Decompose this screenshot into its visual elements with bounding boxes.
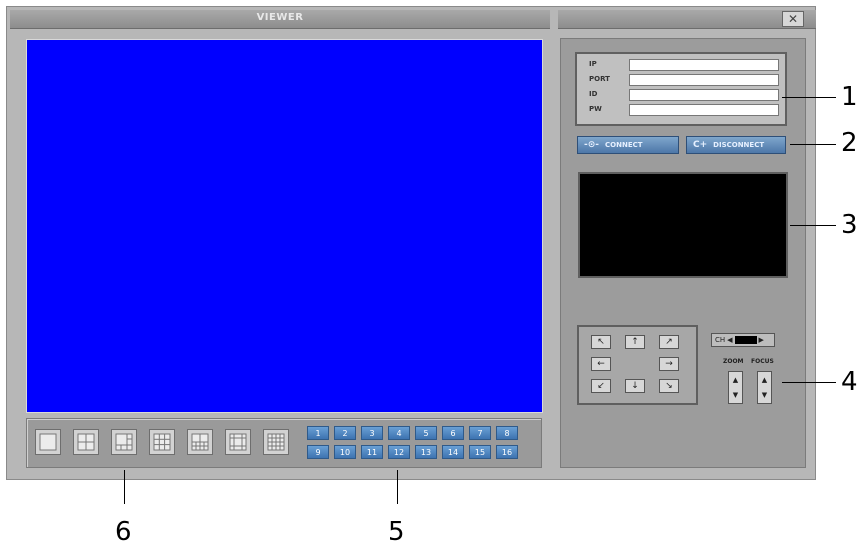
callout-number-4: 4 bbox=[841, 367, 858, 397]
channel-button-1[interactable]: 1 bbox=[307, 426, 329, 440]
pw-input[interactable] bbox=[629, 104, 779, 116]
callout-line-5 bbox=[397, 470, 398, 504]
ptz-up-right-button[interactable]: ↗ bbox=[659, 335, 679, 349]
channel-button-9[interactable]: 9 bbox=[307, 445, 329, 459]
channel-button-16[interactable]: 16 bbox=[496, 445, 518, 459]
port-label: PORT bbox=[589, 75, 610, 83]
ptz-down-left-button[interactable]: ↙ bbox=[591, 379, 611, 393]
connect-label: CONNECT bbox=[605, 141, 643, 149]
zoom-label: ZOOM bbox=[723, 358, 744, 365]
split-6-icon bbox=[115, 433, 133, 451]
channel-button-14[interactable]: 14 bbox=[442, 445, 464, 459]
callout-line-4 bbox=[782, 382, 836, 383]
zoom-control: ▲ ▼ bbox=[728, 371, 743, 404]
title-bar: VIEWER ✕ bbox=[10, 10, 816, 29]
channel-button-13[interactable]: 13 bbox=[415, 445, 437, 459]
port-input[interactable] bbox=[629, 74, 779, 86]
channel-button-2[interactable]: 2 bbox=[334, 426, 356, 440]
disconnect-button[interactable]: C+ DISCONNECT bbox=[686, 136, 786, 154]
channel-button-3[interactable]: 3 bbox=[361, 426, 383, 440]
ip-input[interactable] bbox=[629, 59, 779, 71]
close-button[interactable]: ✕ bbox=[782, 11, 804, 27]
id-input[interactable] bbox=[629, 89, 779, 101]
channel-button-11[interactable]: 11 bbox=[361, 445, 383, 459]
ptz-left-button[interactable]: ← bbox=[591, 357, 611, 371]
split-13-icon bbox=[229, 433, 247, 451]
preview-display bbox=[578, 172, 788, 278]
split-1-icon bbox=[39, 433, 57, 451]
id-label: ID bbox=[589, 90, 598, 98]
split-10-icon bbox=[191, 433, 209, 451]
focus-near-button[interactable]: ▲ bbox=[762, 376, 767, 384]
pw-label: PW bbox=[589, 105, 602, 113]
callout-number-6: 6 bbox=[115, 517, 132, 547]
split-16-button[interactable] bbox=[263, 429, 289, 455]
ptz-up-button[interactable]: ↑ bbox=[625, 335, 645, 349]
disconnect-icon: C+ bbox=[693, 140, 708, 150]
ptz-pad: ↖ ↑ ↗ ← → ↙ ↓ ↘ bbox=[577, 325, 698, 405]
callout-number-3: 3 bbox=[841, 210, 858, 240]
split-16-icon bbox=[267, 433, 285, 451]
split-4-icon bbox=[77, 433, 95, 451]
zoom-out-button[interactable]: ▼ bbox=[733, 391, 738, 399]
channel-prev-button[interactable]: ◀ bbox=[727, 336, 732, 344]
callout-number-5: 5 bbox=[388, 517, 405, 547]
ptz-down-button[interactable]: ↓ bbox=[625, 379, 645, 393]
window-title: VIEWER bbox=[256, 12, 304, 23]
split-1-button[interactable] bbox=[35, 429, 61, 455]
split-10-button[interactable] bbox=[187, 429, 213, 455]
ip-label: IP bbox=[589, 60, 597, 68]
callout-line-6 bbox=[124, 470, 125, 504]
split-9-button[interactable] bbox=[149, 429, 175, 455]
channel-button-10[interactable]: 10 bbox=[334, 445, 356, 459]
callout-number-2: 2 bbox=[841, 128, 858, 158]
split-9-icon bbox=[153, 433, 171, 451]
ptz-down-right-button[interactable]: ↘ bbox=[659, 379, 679, 393]
channel-button-5[interactable]: 5 bbox=[415, 426, 437, 440]
channel-selector: CH ◀ ▶ bbox=[711, 333, 775, 347]
channel-button-7[interactable]: 7 bbox=[469, 426, 491, 440]
zoom-in-button[interactable]: ▲ bbox=[733, 376, 738, 384]
callout-number-1: 1 bbox=[841, 82, 858, 112]
focus-far-button[interactable]: ▼ bbox=[762, 391, 767, 399]
login-box: IP PORT ID PW bbox=[575, 52, 787, 126]
callout-line-1 bbox=[782, 97, 836, 98]
channel-button-12[interactable]: 12 bbox=[388, 445, 410, 459]
callout-line-3 bbox=[790, 225, 836, 226]
callout-line-2 bbox=[790, 144, 836, 145]
split-6-button[interactable] bbox=[111, 429, 137, 455]
connect-icon: -⊙- bbox=[584, 140, 600, 150]
channel-button-6[interactable]: 6 bbox=[442, 426, 464, 440]
disconnect-label: DISCONNECT bbox=[713, 141, 765, 149]
video-display[interactable] bbox=[26, 39, 543, 413]
split-13-button[interactable] bbox=[225, 429, 251, 455]
focus-label: FOCUS bbox=[751, 358, 774, 365]
channel-button-4[interactable]: 4 bbox=[388, 426, 410, 440]
split-4-button[interactable] bbox=[73, 429, 99, 455]
ptz-up-left-button[interactable]: ↖ bbox=[591, 335, 611, 349]
split-channel-bar: 1 2 3 4 5 6 7 8 9 10 11 12 13 14 15 16 bbox=[26, 418, 542, 468]
channel-value bbox=[734, 336, 757, 344]
channel-selector-label: CH bbox=[715, 336, 726, 344]
focus-control: ▲ ▼ bbox=[757, 371, 772, 404]
ptz-right-button[interactable]: → bbox=[659, 357, 679, 371]
title-tab-right bbox=[558, 10, 816, 29]
channel-next-button[interactable]: ▶ bbox=[759, 336, 764, 344]
channel-button-15[interactable]: 15 bbox=[469, 445, 491, 459]
connect-button[interactable]: -⊙- CONNECT bbox=[577, 136, 679, 154]
channel-button-8[interactable]: 8 bbox=[496, 426, 518, 440]
